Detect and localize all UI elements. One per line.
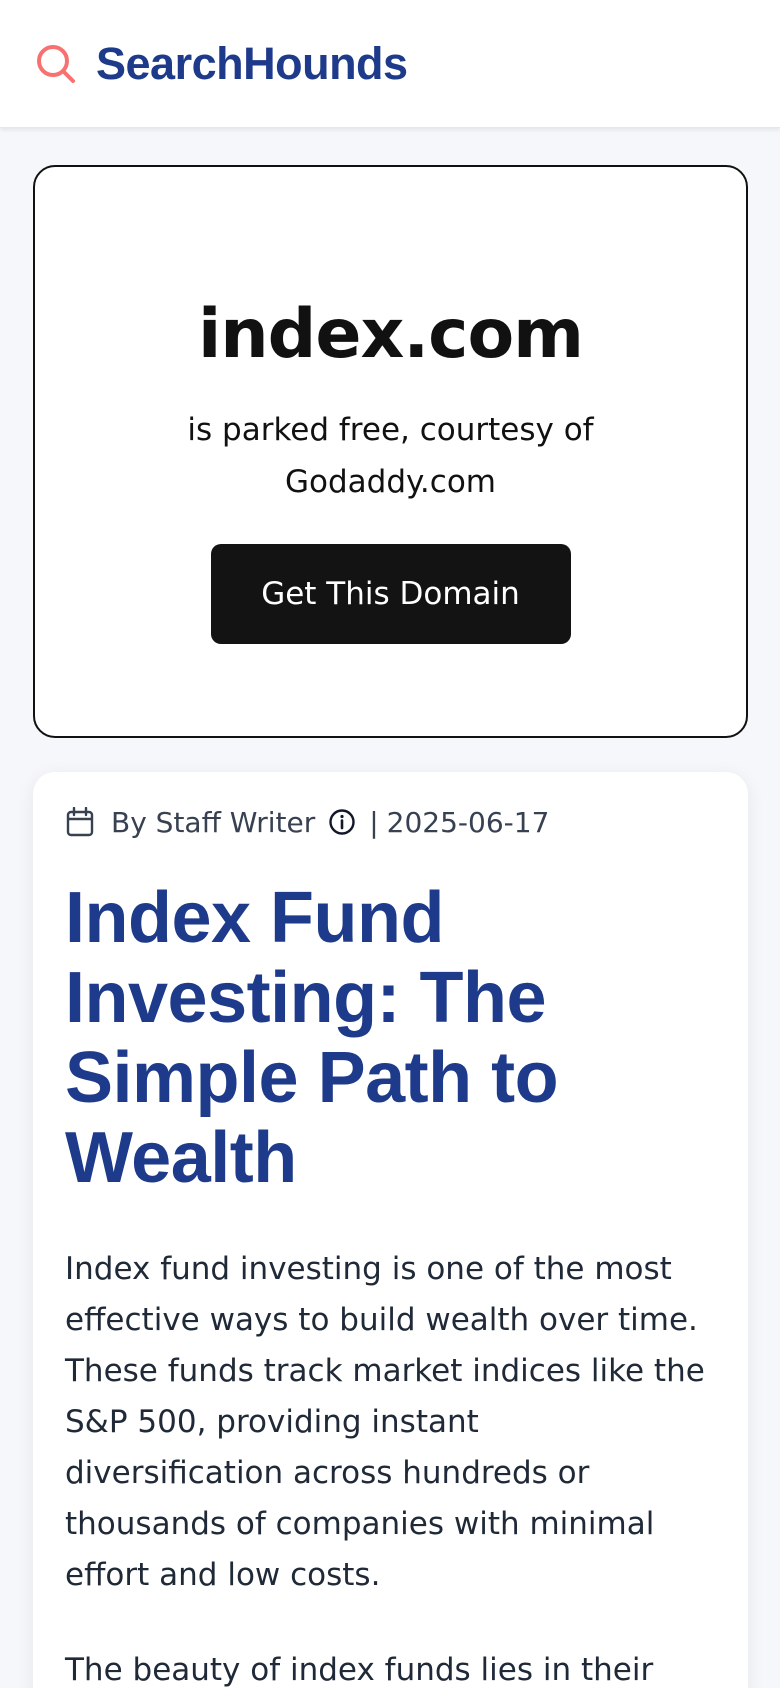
brand-name[interactable]: SearchHounds: [96, 38, 408, 90]
article-date: 2025-06-17: [386, 805, 550, 839]
article-paragraph: The beauty of index funds lies in their: [65, 1652, 654, 1688]
top-bar: SearchHounds: [0, 0, 780, 128]
get-this-domain-button[interactable]: Get This Domain: [210, 544, 571, 644]
article-card: By Staff Writer | 2025-06-17 Index Fund …: [33, 772, 748, 1688]
search-icon[interactable]: [34, 42, 78, 86]
article-meta: By Staff Writer | 2025-06-17: [65, 804, 716, 840]
parked-message: is parked free, courtesy of Godaddy.com: [187, 412, 594, 500]
article-paragraph: Index fund investing is one of the most …: [65, 1251, 705, 1593]
article-author: By Staff Writer: [111, 805, 316, 839]
parked-domain-card: index.com is parked free, courtesy of Go…: [33, 165, 748, 738]
calendar-icon: [65, 807, 95, 837]
meta-separator: |: [369, 805, 379, 839]
article-title: Index Fund Investing: The Simple Path to…: [65, 878, 559, 1198]
parked-domain-name: index.com: [197, 295, 584, 374]
info-icon[interactable]: [327, 807, 357, 837]
